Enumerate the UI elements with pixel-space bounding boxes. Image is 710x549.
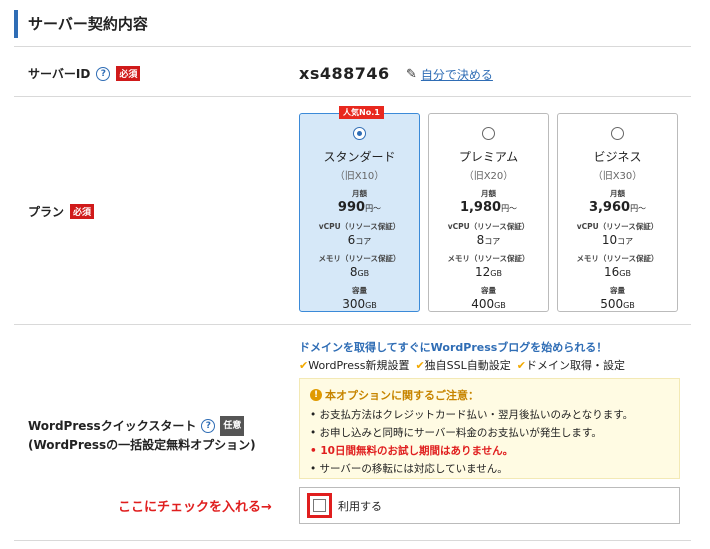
notice-item-highlight: 10日間無料のお試し期間はありません。 [310, 442, 669, 460]
notice-box: ! 本オプションに関するご注意： お支払方法はクレジットカード払い・翌月後払いの… [299, 378, 680, 479]
check-icon: ✔ [516, 359, 526, 372]
plan-old-name: （旧X30） [592, 171, 643, 182]
plan-radio-standard[interactable] [353, 127, 366, 140]
plan-price: 990円〜 [337, 200, 382, 215]
help-icon[interactable]: ? [96, 66, 111, 81]
notice-item: サーバーの移転には対応していません。 [310, 460, 669, 478]
section-title: サーバー契約内容 [14, 10, 148, 38]
pencil-icon: ✎ [406, 67, 417, 82]
memory-value: 16GB [604, 265, 631, 279]
server-id-label-text: サーバーID [28, 67, 91, 81]
feature-item: ✔WordPress新規設置 [299, 359, 410, 372]
check-icon: ✔ [415, 359, 425, 372]
feature-item: ✔ドメイン取得・設定 [516, 359, 625, 372]
check-icon: ✔ [299, 359, 309, 372]
choose-own-id-link[interactable]: ✎ 自分で決める [406, 66, 493, 83]
disk-label: 容量 [610, 286, 625, 295]
vcpu-label: vCPU（リソース保証） [447, 222, 530, 231]
notice-title: ! 本オプションに関するご注意： [310, 387, 669, 403]
memory-label: メモリ（リソース保証） [318, 254, 401, 263]
notice-item: お支払方法はクレジットカード払い・翌月後払いのみとなります。 [310, 406, 669, 424]
server-id-value: xs488746 [299, 64, 390, 83]
disk-value: 400GB [471, 297, 506, 311]
help-icon[interactable]: ? [201, 419, 216, 433]
plan-radio-business[interactable] [611, 127, 624, 140]
plan-name: スタンダード [323, 150, 396, 164]
memory-label: メモリ（リソース保証） [447, 254, 530, 263]
vcpu-label: vCPU（リソース保証） [576, 222, 659, 231]
plan-label: プラン 必須 [28, 203, 95, 220]
disk-label: 容量 [352, 286, 367, 295]
wp-quickstart-label: WordPressクイックスタート ? 任意 (WordPressの一括設定無料… [28, 416, 256, 454]
wp-quickstart-headline: ドメインを取得してすぐにWordPressブログを始められる！ [299, 341, 608, 354]
plan-label-text: プラン [28, 205, 65, 219]
memory-label: メモリ（リソース保証） [576, 254, 659, 263]
plan-old-name: （旧X10） [334, 171, 385, 182]
price-label: 月額 [352, 189, 367, 198]
popular-badge: 人気No.1 [339, 106, 384, 119]
vcpu-value: 10コア [601, 233, 634, 247]
check-here-annotation: ここにチェックを入れる→ [118, 500, 272, 515]
wp-quickstart-sublabel: (WordPressの一括設定無料オプション) [28, 438, 256, 452]
divider [14, 540, 691, 541]
plan-card-business[interactable]: ビジネス （旧X30） 月額 3,960円〜 vCPU（リソース保証） 10コア… [557, 113, 678, 312]
memory-value: 8GB [349, 265, 370, 279]
divider [14, 324, 691, 325]
notice-item: お申し込みと同時にサーバー料金のお支払いが発生します。 [310, 424, 669, 442]
use-option-checkbox[interactable] [313, 499, 326, 512]
disk-label: 容量 [481, 286, 496, 295]
warning-icon: ! [310, 389, 322, 401]
plan-card-premium[interactable]: プレミアム （旧X20） 月額 1,980円〜 vCPU（リソース保証） 8コア… [428, 113, 549, 312]
wp-quickstart-label-text: WordPressクイックスタート [28, 419, 197, 433]
divider [14, 46, 691, 47]
disk-value: 300GB [342, 297, 377, 311]
memory-value: 12GB [475, 265, 502, 279]
required-badge: 必須 [70, 204, 95, 219]
required-badge: 必須 [116, 66, 141, 81]
use-option-label[interactable]: 利用する [338, 498, 382, 514]
optional-badge: 任意 [220, 416, 245, 436]
choose-own-id-text[interactable]: 自分で決める [421, 66, 493, 83]
use-option-row[interactable]: 利用する [299, 487, 680, 524]
plan-name: プレミアム [458, 150, 519, 164]
feature-item: ✔独自SSL自動設定 [415, 359, 511, 372]
vcpu-label: vCPU（リソース保証） [318, 222, 401, 231]
vcpu-value: 8コア [476, 233, 501, 247]
price-label: 月額 [610, 189, 625, 198]
use-option-checkbox-highlight[interactable] [307, 493, 332, 518]
plan-radio-premium[interactable] [482, 127, 495, 140]
disk-value: 500GB [600, 297, 635, 311]
feature-list: ✔WordPress新規設置 ✔独自SSL自動設定 ✔ドメイン取得・設定 [299, 357, 625, 373]
plan-price: 3,960円〜 [588, 200, 647, 215]
plan-card-standard[interactable]: 人気No.1 スタンダード （旧X10） 月額 990円〜 vCPU（リソース保… [299, 106, 420, 312]
plan-name: ビジネス [593, 150, 642, 164]
server-id-label: サーバーID ? 必須 [28, 65, 141, 82]
vcpu-value: 6コア [347, 233, 372, 247]
notice-list: お支払方法はクレジットカード払い・翌月後払いのみとなります。 お申し込みと同時に… [310, 406, 669, 478]
price-label: 月額 [481, 189, 496, 198]
divider [14, 96, 691, 97]
plan-price: 1,980円〜 [459, 200, 518, 215]
plan-old-name: （旧X20） [463, 171, 514, 182]
